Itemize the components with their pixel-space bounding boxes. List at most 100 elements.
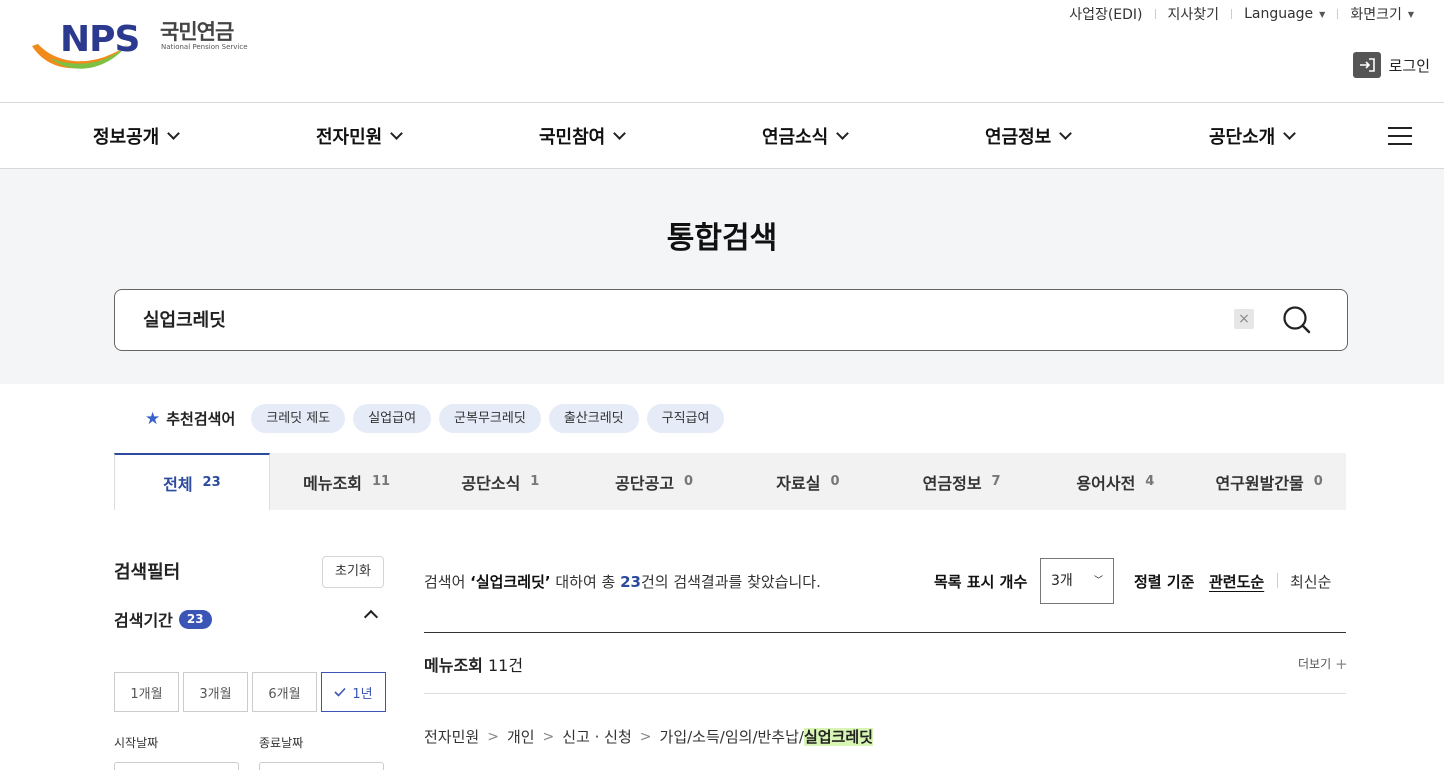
period-label: 1년 [352,686,373,702]
login-label: 로그인 [1388,56,1430,75]
keyword-chip[interactable]: 크레딧 제도 [251,404,346,433]
end-date-input[interactable] [259,762,384,770]
result-breadcrumb[interactable]: 전자민원 > 개인 > 신고 · 신청 > 가입/소득/임의/반추납/실업크레딧 [424,726,873,747]
end-date-label: 종료날짜 [259,736,304,750]
period-filter-header: 검색기간 23 [114,607,212,631]
breadcrumb-highlight: 실업크레딧 [803,728,873,746]
start-date-input[interactable] [114,762,239,770]
divider [424,693,1346,694]
tab-label: 공단소식 [461,473,521,493]
list-count-label: 목록 표시 개수 [934,573,1028,591]
gnb-item-label: 연금정보 [985,126,1052,148]
gnb-item-pension-info[interactable]: 연금정보 [985,103,1073,168]
recommended-label: 추천검색어 [166,410,236,428]
tab-count: 11 [372,474,391,489]
chevron-right-icon: > [487,728,499,745]
chevron-up-icon[interactable] [363,609,379,625]
logo-korean-text: 국민연금 [160,20,234,44]
gnb-item-e-service[interactable]: 전자민원 [316,103,404,168]
keyword-chip[interactable]: 실업급여 [353,404,432,433]
tab-label: 연구원발간물 [1215,473,1304,493]
tab-count: 23 [202,475,221,490]
sort-latest-button[interactable]: 최신순 [1290,571,1331,592]
chevron-down-icon [613,126,627,140]
login-icon [1352,52,1381,78]
gnb-item-label: 공단소개 [1209,126,1276,148]
breadcrumb-item: 전자민원 [424,728,480,746]
login-button[interactable]: 로그인 [1352,52,1430,78]
tab-label: 자료실 [776,473,821,493]
summary-mid: 대하여 총 [550,573,621,591]
gnb-item-participation[interactable]: 국민참여 [539,103,627,168]
nps-logo[interactable]: NPS 국민연금 National Pension Service [30,20,260,78]
period-3month-button[interactable]: 3개월 [183,672,248,712]
divider [424,632,1346,633]
breadcrumb-item: 개인 [506,728,535,746]
gnb-item-info[interactable]: 정보공개 [93,103,181,168]
tab-publications[interactable]: 연구원발간물 0 [1192,453,1346,510]
summary-query: ‘실업크레딧’ [470,573,551,591]
clear-search-button[interactable]: × [1234,309,1254,329]
tab-count: 0 [830,474,840,489]
tab-count: 7 [991,474,1001,489]
tab-glossary[interactable]: 용어사전 4 [1039,453,1193,510]
start-date-label: 시작날짜 [114,736,159,750]
chevron-down-icon: ﹀ [1093,576,1103,586]
chevron-down-icon [390,126,404,140]
search-box: × [114,289,1348,351]
period-1month-button[interactable]: 1개월 [114,672,179,712]
category-tabs: 전체 23 메뉴조회 11 공단소식 1 공단공고 0 자료실 0 연금정보 7 용어사전 4… [114,453,1346,510]
period-buttons: 1개월 3개월 6개월 1년 [114,672,386,712]
gnb-item-news[interactable]: 연금소식 [762,103,850,168]
logo-text: NPS [60,19,140,60]
util-font-size-dropdown[interactable]: 화면크기 ▼ [1338,4,1426,24]
section-title-label: 메뉴조회 [424,656,483,675]
util-language-label: Language [1244,6,1314,22]
tab-label: 연금정보 [922,473,982,493]
period-1year-button[interactable]: 1년 [321,672,386,712]
tab-label: 전체 [163,474,193,494]
tab-pension-info[interactable]: 연금정보 7 [885,453,1039,510]
keyword-chip[interactable]: 출산크레딧 [548,404,639,433]
tab-notice[interactable]: 공단공고 0 [577,453,731,510]
tab-all[interactable]: 전체 23 [114,453,270,510]
gnb-item-about[interactable]: 공단소개 [1209,103,1297,168]
plus-icon: + [1335,654,1348,673]
util-branch-link[interactable]: 지사찾기 [1156,4,1232,24]
page-title: 통합검색 [666,221,778,256]
sort-relevance-button[interactable]: 관련도순 [1209,571,1264,592]
check-icon [334,687,346,697]
chevron-right-icon: > [542,728,555,745]
keyword-chip[interactable]: 군복무크레딧 [439,404,541,433]
count-badge: 23 [178,609,212,629]
logo-english-text: National Pension Service [161,43,248,51]
chevron-down-icon [167,126,181,140]
tab-news[interactable]: 공단소식 1 [424,453,578,510]
result-summary: 검색어 ‘실업크레딧’ 대하여 총 23건의 검색결과를 찾았습니다. [424,571,821,592]
search-button[interactable] [1279,302,1315,338]
more-button[interactable]: 더보기 + [1298,655,1348,672]
search-input[interactable] [143,308,1143,329]
reset-filter-button[interactable]: 초기화 [322,556,384,588]
caret-down-icon: ▼ [1319,9,1326,19]
util-edi-label: 사업장(EDI) [1069,7,1143,23]
chevron-down-icon [1283,126,1297,140]
tab-archive[interactable]: 자료실 0 [731,453,885,510]
util-branch-label: 지사찾기 [1167,7,1220,23]
util-language-dropdown[interactable]: Language ▼ [1232,6,1337,22]
caret-down-icon: ▼ [1407,9,1414,19]
list-count-select[interactable]: 3개 ﹀ [1040,558,1114,604]
hamburger-menu-icon[interactable] [1388,127,1412,145]
tab-menu[interactable]: 메뉴조회 11 [270,453,424,510]
period-6month-button[interactable]: 6개월 [252,672,317,712]
summary-suffix: 건의 검색결과를 찾았습니다. [640,573,821,591]
summary-count: 23 [620,573,641,591]
tab-label: 메뉴조회 [303,473,363,493]
period-label: 3개월 [199,686,232,702]
keyword-chip[interactable]: 구직급여 [646,404,725,433]
util-edi-link[interactable]: 사업장(EDI) [1057,4,1154,24]
search-icon [1283,306,1311,334]
summary-prefix: 검색어 [424,573,471,591]
tab-count: 0 [1313,474,1323,489]
tab-count: 4 [1145,474,1155,489]
